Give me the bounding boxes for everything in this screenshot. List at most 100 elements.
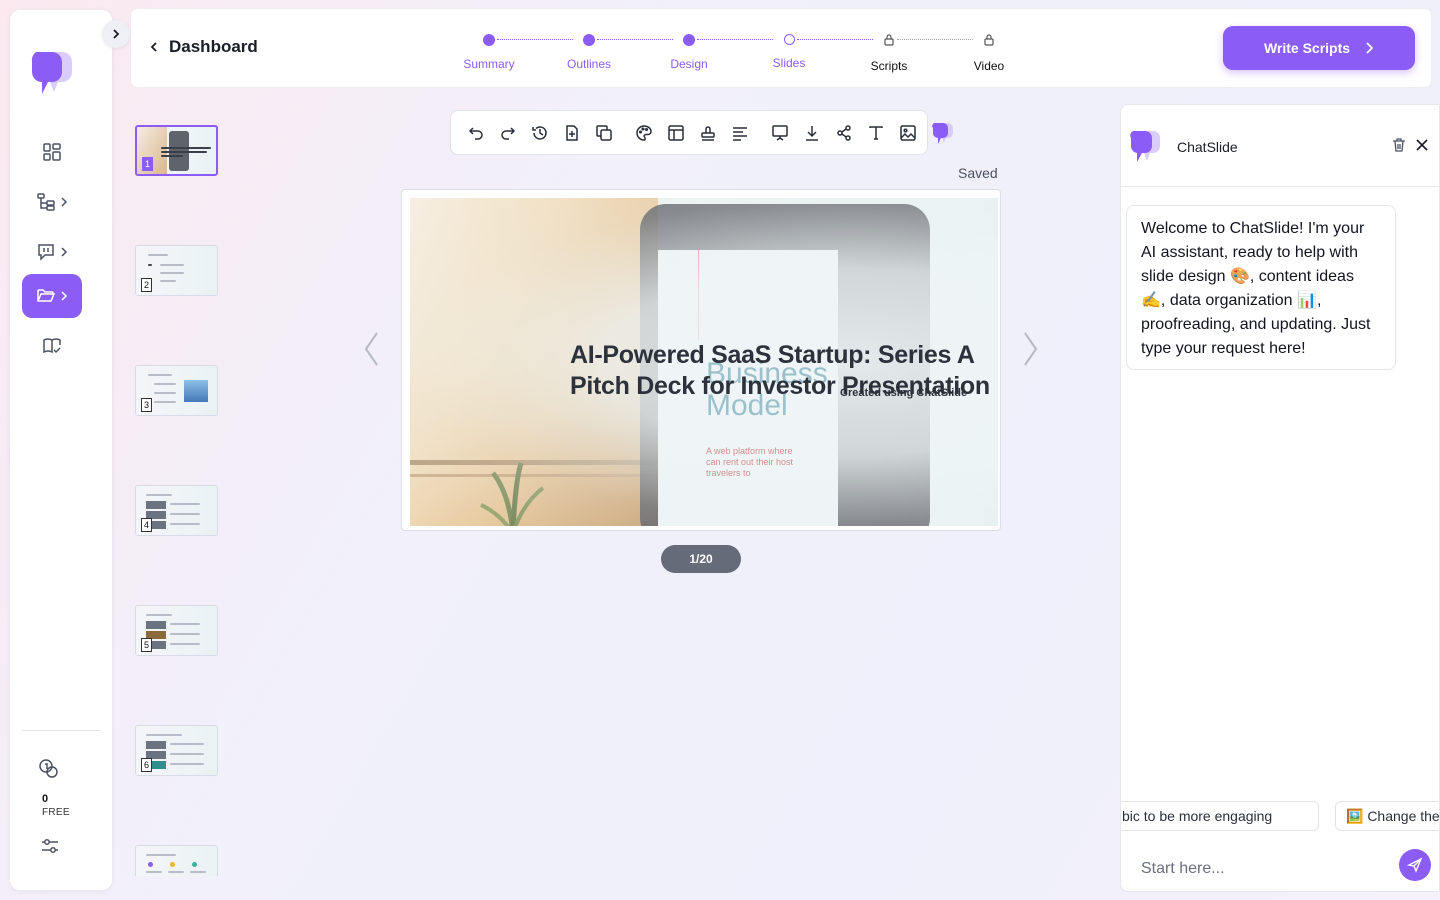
download-icon [806,125,818,141]
slide-thumbnail[interactable]: 7 [135,845,218,876]
chat-title: ChatSlide [1177,139,1238,155]
download-button[interactable] [799,120,825,146]
slide-thumbnail[interactable]: 2 [135,245,218,296]
thumb-line [170,753,204,755]
thumb-line [161,151,207,153]
thumb-line [170,633,200,635]
credits-display[interactable]: 0 FREE [38,758,88,818]
sidebar-item-chat[interactable] [22,230,82,274]
thumb-line [146,494,172,496]
image-icon [900,124,916,141]
step-outlines[interactable]: Outlines [539,31,639,71]
layout-button[interactable] [663,120,689,146]
text-icon [869,125,883,140]
thumb-dot [148,862,153,867]
thumb-line [190,871,206,873]
thumb-line [160,264,184,266]
history-button[interactable] [527,120,553,146]
thumb-line [154,392,176,394]
sidebar-item-projects[interactable] [22,274,82,318]
stamp-icon [701,125,715,141]
back-label: Dashboard [169,37,258,56]
duplicate-slide-button[interactable] [591,120,617,146]
thumb-image [146,741,166,749]
step-summary[interactable]: Summary [439,31,539,71]
folder-icon [37,289,56,302]
thumb-number: 5 [141,638,152,652]
sidebar-divider [22,730,100,731]
chat-panel: ChatSlide Welcome to ChatSlide! I'm your… [1120,104,1440,892]
credits-count: 0 [42,793,49,805]
slide-thumbnail[interactable]: 1 [135,125,218,176]
write-scripts-button[interactable]: Write Scripts [1223,26,1415,70]
share-button[interactable] [831,120,857,146]
sidebar-item-dashboard[interactable] [22,130,82,174]
write-scripts-label: Write Scripts [1263,40,1351,56]
slide-canvas[interactable]: Business Model A web platform where can … [401,189,1001,531]
slide-subtitle[interactable]: Created using ChatSlide [840,387,967,399]
thumb-dot [192,862,197,867]
back-to-dashboard[interactable]: Dashboard [149,37,258,57]
thumb-line [146,734,182,736]
previous-slide-arrow[interactable] [362,330,382,368]
step-design[interactable]: Design [639,31,739,71]
chevron-right-icon [113,29,120,39]
step-scripts[interactable]: Scripts [839,31,939,73]
template-button[interactable] [695,120,721,146]
page-indicator: 1/20 [661,545,741,573]
undo-icon [468,126,483,140]
chevron-right-icon [61,247,68,257]
slide-thumbnail[interactable]: 5 [135,605,218,656]
sidebar-item-outline[interactable] [22,180,82,224]
text-tool-button[interactable] [863,120,889,146]
assistant-message: Welcome to ChatSlide! I'm your AI assist… [1126,205,1396,370]
thumb-line [170,643,200,645]
thumb-number: 1 [142,157,153,171]
sidebar-item-library[interactable] [22,324,82,368]
undo-button[interactable] [463,120,489,146]
suggestion-chip[interactable]: 🖼️ Change the [1335,801,1439,831]
thumb-line [161,147,211,149]
thumb-image [146,621,166,629]
send-icon [1407,857,1423,873]
slide-thumbnail[interactable]: 6 [135,725,218,776]
slide-thumbnail[interactable]: 3 [135,365,218,416]
step-video[interactable]: Video [939,31,1039,73]
step-label: Scripts [870,59,908,73]
align-button[interactable] [727,120,753,146]
thumb-image [146,501,166,509]
step-label: Summary [463,57,515,71]
thumb-dot [170,862,175,867]
settings-button[interactable] [40,836,60,861]
send-button[interactable] [1399,849,1431,881]
next-slide-arrow[interactable] [1020,330,1040,368]
thumb-image [184,380,208,402]
close-icon[interactable] [1415,138,1429,152]
layout-icon [668,124,684,141]
thumb-line [148,254,168,256]
trash-icon[interactable] [1391,137,1407,153]
add-slide-button[interactable] [559,120,585,146]
thumb-line [146,854,176,856]
theme-button[interactable] [631,120,657,146]
top-bar: Dashboard Summary Outlines Design Slides [130,8,1432,88]
redo-button[interactable] [495,120,521,146]
step-slides[interactable]: Slides [739,31,839,70]
plan-label: FREE [42,807,70,818]
slide-thumbnail-list: 1 2 3 4 5 6 [134,124,220,876]
chatslide-logo[interactable] [30,48,78,96]
image-tool-button[interactable] [895,120,921,146]
present-button[interactable] [767,120,793,146]
thumb-line [146,614,172,616]
chat-input[interactable] [1141,853,1391,885]
slide-thumbnail[interactable]: 4 [135,485,218,536]
suggestion-chip[interactable]: bic to be more engaging [1121,801,1319,831]
sidebar-toggle-button[interactable] [102,20,130,48]
chevron-right-icon [1366,42,1374,54]
step-label: Design [670,57,708,71]
chatslide-ai-icon[interactable] [932,122,954,144]
thumb-line [160,280,176,282]
thumb-line [168,871,184,873]
chat-input-area [1121,845,1439,891]
presentation-icon [772,124,788,141]
